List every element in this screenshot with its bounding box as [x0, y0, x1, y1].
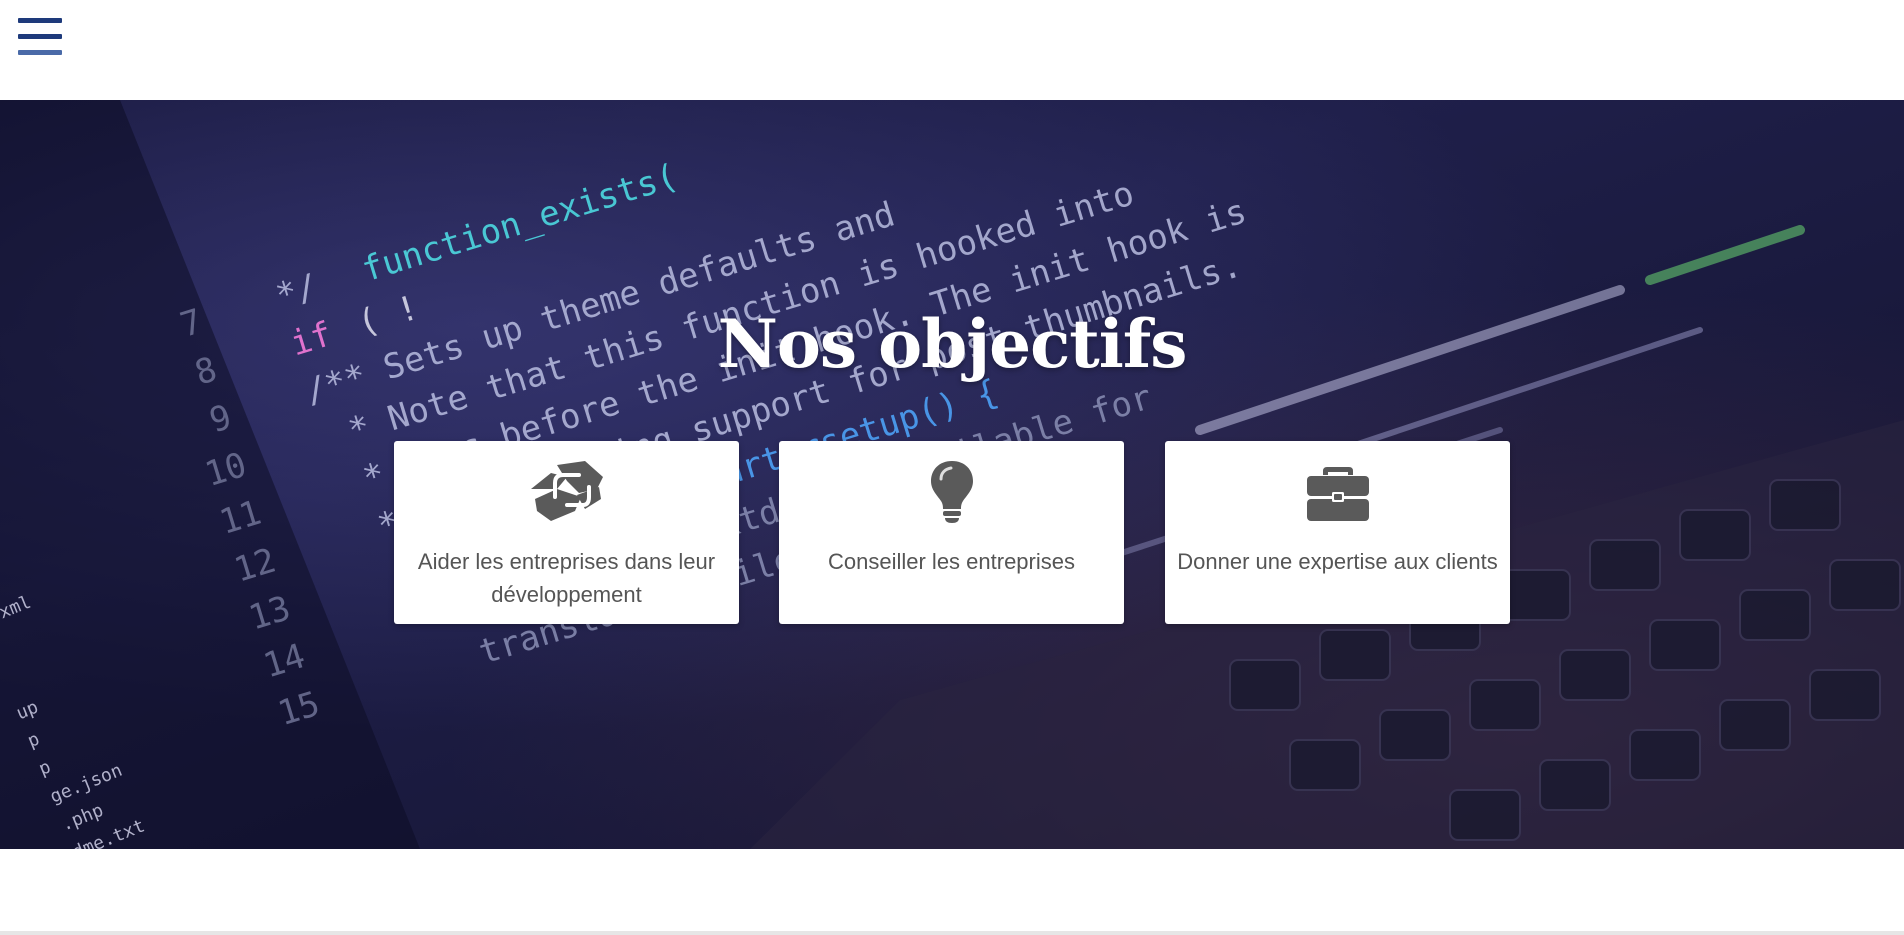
card-label: Conseiller les entreprises: [828, 549, 1075, 574]
lightbulb-icon: [930, 461, 973, 523]
page-title: Nos objectifs: [717, 305, 1188, 383]
card-label: Aider les entreprises dans leur développ…: [417, 549, 716, 607]
handshake-icon: [530, 461, 603, 521]
briefcase-icon: [1306, 467, 1369, 521]
hamburger-menu-icon[interactable]: [18, 18, 62, 56]
objective-card: Aider les entreprises dans leur développ…: [394, 441, 739, 624]
footer-divider: [0, 931, 1904, 935]
svg-text:function_exists(: function_exists(: [357, 156, 682, 290]
card-label: Donner une expertise aux clients: [1177, 549, 1498, 574]
top-bar: [0, 0, 1904, 100]
objective-card: Conseiller les entreprises: [779, 441, 1124, 624]
hero-section: 7 8 9 10 11 12 13 14 15 */ function_exis…: [0, 100, 1904, 849]
objective-card: Donner une expertise aux clients: [1165, 441, 1510, 624]
